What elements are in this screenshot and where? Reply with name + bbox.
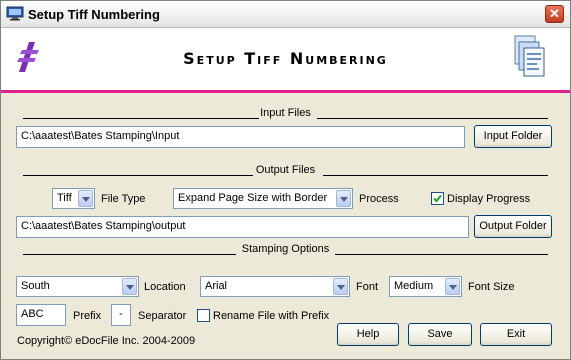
chevron-down-icon[interactable] [336,190,351,207]
rename-file-checkbox[interactable] [197,309,210,322]
header-banner: Setup Tiff Numbering [1,28,570,93]
font-value: Arial [205,280,228,292]
prefix-label: Prefix [73,310,102,322]
title-bar[interactable]: Setup Tiff Numbering ✕ [1,1,570,28]
location-label: Location [144,281,186,293]
file-type-select[interactable]: Tiff [52,188,95,209]
rename-file-label: Rename File with Prefix [213,310,330,322]
output-divider-right [323,175,548,176]
input-divider-right [317,118,548,119]
documents-icon [514,35,545,77]
chevron-down-icon[interactable] [333,278,348,295]
output-folder-button[interactable]: Output Folder [474,215,552,238]
font-label: Font [356,281,379,293]
save-button[interactable]: Save [408,323,472,346]
file-type-value: Tiff [57,192,72,204]
process-label: Process [359,193,399,205]
separator-label: Separator [138,310,187,322]
banner-title: Setup Tiff Numbering [183,49,388,68]
file-type-label: File Type [101,193,146,205]
prefix-field[interactable]: ABC [16,304,66,326]
close-button[interactable]: ✕ [545,5,564,23]
process-value: Expand Page Size with Border [178,192,328,204]
help-button[interactable]: Help [337,323,399,346]
font-size-select[interactable]: Medium [389,276,462,297]
monitor-icon [6,6,24,21]
separator-field[interactable]: - [111,304,131,326]
window-title: Setup Tiff Numbering [28,7,160,22]
output-path-field[interactable]: C:\aaatest\Bates Stamping\output [16,216,469,238]
display-progress-checkbox[interactable] [431,192,444,205]
display-progress-label: Display Progress [447,193,531,205]
font-select[interactable]: Arial [200,276,350,297]
setup-window: Setup Tiff Numbering ✕ Setup Tiff Number… [0,0,571,360]
stamping-divider-right [335,254,548,255]
exit-button[interactable]: Exit [480,323,552,346]
location-value: South [21,280,50,292]
input-path-field[interactable]: C:\aaatest\Bates Stamping\Input [16,126,465,148]
chevron-down-icon[interactable] [122,278,137,295]
checkmark-icon [433,194,442,203]
input-folder-button[interactable]: Input Folder [474,125,552,148]
location-select[interactable]: South [16,276,139,297]
close-icon: ✕ [549,6,560,21]
chevron-down-icon[interactable] [78,190,93,207]
chevron-down-icon[interactable] [445,278,460,295]
copyright-text: Copyright© eDocFile Inc. 2004-2009 [17,335,196,347]
font-size-label: Font Size [468,281,515,293]
process-select[interactable]: Expand Page Size with Border [173,188,353,209]
font-size-value: Medium [394,280,434,292]
